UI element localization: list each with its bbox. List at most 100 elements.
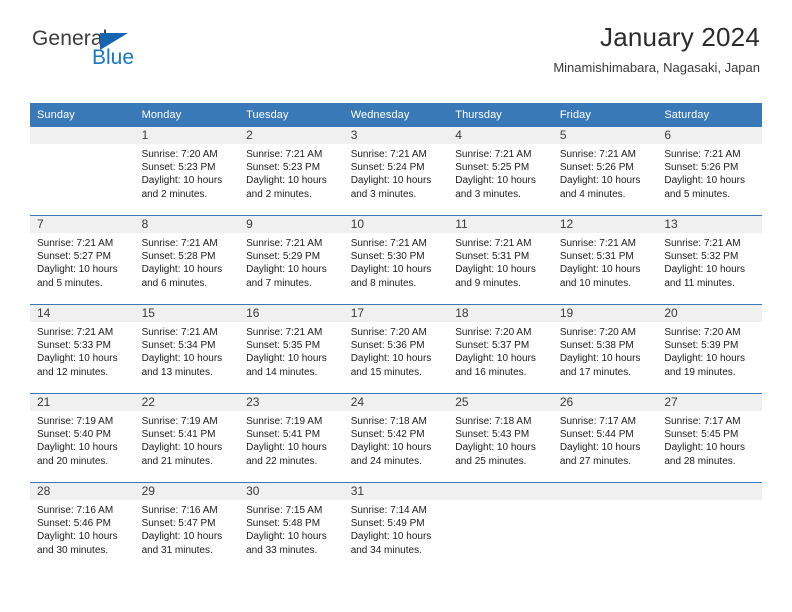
daylight-duration-line1: Daylight: 10 hours xyxy=(141,264,223,276)
calendar-day-cell[interactable]: 4 Sunrise: 7:21 AM Sunset: 5:25 PM Daylight… xyxy=(448,126,553,216)
calendar-week-row: 21 Sunrise: 7:19 AM Sunset: 5:40 PM Dayligh… xyxy=(30,393,762,483)
daylight-duration-line1: Daylight: 10 hours xyxy=(664,175,745,187)
calendar-week-row: 1 Sunrise: 7:20 AM Sunset: 5:23 PM Daylight… xyxy=(30,126,762,216)
daylight-duration-line2: and 31 minutes. xyxy=(141,544,213,556)
calendar-day-cell[interactable]: 21 Sunrise: 7:19 AM Sunset: 5:40 PM Dayligh… xyxy=(30,393,135,483)
calendar-day-cell[interactable]: 26 Sunrise: 7:17 AM Sunset: 5:44 PM Dayligh… xyxy=(552,393,658,483)
calendar-day-cell[interactable]: 13 Sunrise: 7:21 AM Sunset: 5:32 PM Dayligh… xyxy=(657,215,762,305)
calendar-week-row: 7 Sunrise: 7:21 AM Sunset: 5:27 PM Daylight… xyxy=(30,215,762,305)
daylight-duration-line2: and 21 minutes. xyxy=(141,455,213,467)
day-number: 13 xyxy=(657,216,762,233)
daylight-duration-line1: Daylight: 10 hours xyxy=(246,442,327,454)
calendar-day-cell[interactable]: 2 Sunrise: 7:21 AM Sunset: 5:23 PM Daylight… xyxy=(239,126,344,216)
sunset-time: Sunset: 5:28 PM xyxy=(141,251,216,263)
daylight-duration-line2: and 19 minutes. xyxy=(664,366,736,378)
day-number: 19 xyxy=(552,305,658,322)
sunrise-time: Sunrise: 7:21 AM xyxy=(559,149,636,160)
sunset-time: Sunset: 5:26 PM xyxy=(559,162,634,174)
calendar-day-cell[interactable]: 25 Sunrise: 7:18 AM Sunset: 5:43 PM Dayligh… xyxy=(448,393,553,483)
sunset-time: Sunset: 5:29 PM xyxy=(246,251,321,263)
daylight-duration-line2: and 20 minutes. xyxy=(37,455,109,467)
day-number: 10 xyxy=(343,216,449,233)
day-info: Sunrise: 7:21 AM Sunset: 5:33 PM Daylight:… xyxy=(30,322,135,379)
day-cell-content: 10 Sunrise: 7:21 AM Sunset: 5:30 PM Dayligh… xyxy=(343,216,449,304)
calendar-day-cell[interactable]: 8 Sunrise: 7:21 AM Sunset: 5:28 PM Daylight… xyxy=(134,215,240,305)
day-number: 4 xyxy=(448,127,553,144)
daylight-duration-line1: Daylight: 10 hours xyxy=(37,264,118,276)
calendar-day-cell[interactable]: 18 Sunrise: 7:20 AM Sunset: 5:37 PM Dayligh… xyxy=(448,304,553,394)
calendar-day-cell[interactable]: 6 Sunrise: 7:21 AM Sunset: 5:26 PM Daylight… xyxy=(657,126,762,216)
calendar-day-cell[interactable]: 1 Sunrise: 7:20 AM Sunset: 5:23 PM Daylight… xyxy=(134,126,240,216)
day-cell-content: 27 Sunrise: 7:17 AM Sunset: 5:45 PM Dayligh… xyxy=(657,394,762,482)
calendar-day-cell[interactable]: 19 Sunrise: 7:20 AM Sunset: 5:38 PM Dayligh… xyxy=(552,304,658,394)
day-number: 15 xyxy=(134,305,240,322)
daylight-duration-line1: Daylight: 10 hours xyxy=(246,175,327,187)
calendar-day-cell[interactable]: 23 Sunrise: 7:19 AM Sunset: 5:41 PM Dayligh… xyxy=(239,393,344,483)
daylight-duration-line2: and 10 minutes. xyxy=(559,277,631,289)
day-cell-content: 21 Sunrise: 7:19 AM Sunset: 5:40 PM Dayligh… xyxy=(30,394,135,482)
calendar-day-cell[interactable]: 15 Sunrise: 7:21 AM Sunset: 5:34 PM Dayligh… xyxy=(134,304,240,394)
calendar-day-cell[interactable]: 9 Sunrise: 7:21 AM Sunset: 5:29 PM Daylight… xyxy=(239,215,344,305)
calendar-day-cell[interactable]: 28 Sunrise: 7:16 AM Sunset: 5:46 PM Dayligh… xyxy=(30,482,135,571)
daylight-duration-line1: Daylight: 10 hours xyxy=(455,175,536,187)
day-cell-content: 14 Sunrise: 7:21 AM Sunset: 5:33 PM Dayligh… xyxy=(30,305,135,393)
daylight-duration-line1: Daylight: 10 hours xyxy=(455,353,536,365)
daylight-duration-line2: and 25 minutes. xyxy=(455,455,527,467)
calendar-week-row: 14 Sunrise: 7:21 AM Sunset: 5:33 PM Dayligh… xyxy=(30,304,762,394)
sunset-time: Sunset: 5:30 PM xyxy=(350,251,425,263)
day-cell-content: 29 Sunrise: 7:16 AM Sunset: 5:47 PM Dayligh… xyxy=(134,483,240,571)
day-info: Sunrise: 7:20 AM Sunset: 5:39 PM Daylight:… xyxy=(657,322,762,379)
sunrise-time: Sunrise: 7:20 AM xyxy=(350,327,427,338)
day-cell-content xyxy=(552,483,658,571)
day-info: Sunrise: 7:16 AM Sunset: 5:47 PM Daylight:… xyxy=(135,500,240,557)
calendar-day-cell[interactable]: 5 Sunrise: 7:21 AM Sunset: 5:26 PM Daylight… xyxy=(552,126,658,216)
day-cell-content: 2 Sunrise: 7:21 AM Sunset: 5:23 PM Daylight… xyxy=(239,127,344,215)
calendar-day-cell[interactable]: 30 Sunrise: 7:15 AM Sunset: 5:48 PM Dayligh… xyxy=(239,482,344,571)
day-number: 12 xyxy=(552,216,658,233)
sunset-time: Sunset: 5:34 PM xyxy=(141,340,216,352)
daylight-duration-line1: Daylight: 10 hours xyxy=(350,175,432,187)
daylight-duration-line2: and 6 minutes. xyxy=(141,277,208,289)
daylight-duration-line1: Daylight: 10 hours xyxy=(559,264,641,276)
day-number: 7 xyxy=(30,216,135,233)
daylight-duration-line1: Daylight: 10 hours xyxy=(664,442,745,454)
day-number: 25 xyxy=(448,394,553,411)
day-number xyxy=(30,127,135,144)
sunrise-time: Sunrise: 7:20 AM xyxy=(455,327,532,338)
calendar-day-cell[interactable]: 24 Sunrise: 7:18 AM Sunset: 5:42 PM Dayligh… xyxy=(343,393,449,483)
day-info: Sunrise: 7:14 AM Sunset: 5:49 PM Daylight:… xyxy=(344,500,449,557)
daylight-duration-line2: and 9 minutes. xyxy=(455,277,521,289)
calendar-day-cell[interactable]: 14 Sunrise: 7:21 AM Sunset: 5:33 PM Dayligh… xyxy=(30,304,135,394)
calendar-day-cell[interactable]: 27 Sunrise: 7:17 AM Sunset: 5:45 PM Dayligh… xyxy=(657,393,762,483)
daylight-duration-line2: and 17 minutes. xyxy=(559,366,631,378)
calendar-day-cell[interactable]: 10 Sunrise: 7:21 AM Sunset: 5:30 PM Dayligh… xyxy=(343,215,449,305)
general-blue-logo[interactable]: General Blue xyxy=(32,28,232,76)
sunrise-time: Sunrise: 7:21 AM xyxy=(141,238,218,249)
calendar-day-cell[interactable]: 12 Sunrise: 7:21 AM Sunset: 5:31 PM Dayligh… xyxy=(552,215,658,305)
calendar-day-cell[interactable]: 7 Sunrise: 7:21 AM Sunset: 5:27 PM Daylight… xyxy=(30,215,135,305)
day-number: 21 xyxy=(30,394,135,411)
sunrise-time: Sunrise: 7:21 AM xyxy=(37,327,114,338)
calendar-day-cell[interactable]: 20 Sunrise: 7:20 AM Sunset: 5:39 PM Dayligh… xyxy=(657,304,762,394)
calendar-day-cell[interactable]: 3 Sunrise: 7:21 AM Sunset: 5:24 PM Daylight… xyxy=(343,126,449,216)
sunrise-time: Sunrise: 7:15 AM xyxy=(246,505,323,516)
calendar-day-cell[interactable]: 31 Sunrise: 7:14 AM Sunset: 5:49 PM Dayligh… xyxy=(343,482,449,571)
sunrise-time: Sunrise: 7:21 AM xyxy=(455,149,532,160)
day-cell-content: 25 Sunrise: 7:18 AM Sunset: 5:43 PM Dayligh… xyxy=(448,394,553,482)
day-cell-content: 9 Sunrise: 7:21 AM Sunset: 5:29 PM Daylight… xyxy=(239,216,344,304)
calendar-day-cell[interactable]: 11 Sunrise: 7:21 AM Sunset: 5:31 PM Dayligh… xyxy=(448,215,553,305)
calendar-day-cell[interactable]: 16 Sunrise: 7:21 AM Sunset: 5:35 PM Dayligh… xyxy=(239,304,344,394)
day-number: 14 xyxy=(30,305,135,322)
sunset-time: Sunset: 5:49 PM xyxy=(350,518,425,530)
calendar-day-cell[interactable]: 29 Sunrise: 7:16 AM Sunset: 5:47 PM Dayligh… xyxy=(134,482,240,571)
day-cell-content: 4 Sunrise: 7:21 AM Sunset: 5:25 PM Daylight… xyxy=(448,127,553,215)
day-number: 18 xyxy=(448,305,553,322)
sunrise-time: Sunrise: 7:20 AM xyxy=(559,327,636,338)
calendar-table: Sunday Monday Tuesday Wednesday Thursday… xyxy=(30,103,762,571)
calendar-day-cell[interactable]: 22 Sunrise: 7:19 AM Sunset: 5:41 PM Dayligh… xyxy=(134,393,240,483)
sunrise-time: Sunrise: 7:21 AM xyxy=(559,238,636,249)
day-info: Sunrise: 7:21 AM Sunset: 5:29 PM Daylight:… xyxy=(239,233,344,290)
sunset-time: Sunset: 5:39 PM xyxy=(664,340,739,352)
daylight-duration-line2: and 14 minutes. xyxy=(246,366,318,378)
calendar-day-cell[interactable]: 17 Sunrise: 7:20 AM Sunset: 5:36 PM Dayligh… xyxy=(343,304,449,394)
